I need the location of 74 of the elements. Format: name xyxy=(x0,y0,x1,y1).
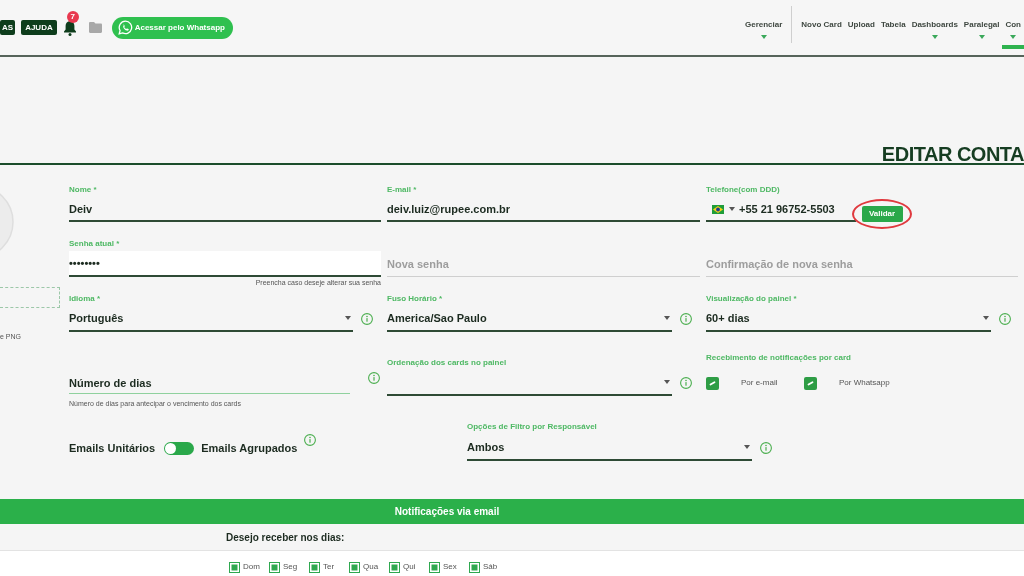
info-icon[interactable] xyxy=(999,313,1011,325)
checkbox-label: Seg xyxy=(283,561,298,573)
toggle-label: Emails Unitários xyxy=(69,440,156,456)
nav-tab[interactable]: Con xyxy=(1002,0,1024,49)
caret-icon xyxy=(345,316,351,320)
checkbox[interactable] xyxy=(229,561,240,573)
header-button[interactable]: AS xyxy=(0,20,16,35)
checkbox-label: Dom xyxy=(243,561,260,573)
header-button[interactable]: AJUDA xyxy=(21,20,57,35)
caret-icon xyxy=(983,316,989,320)
info-icon[interactable] xyxy=(680,377,692,389)
password-input[interactable]: Nova senha xyxy=(387,251,700,277)
checkbox-label: Por e-mail xyxy=(741,377,778,389)
timezone-select[interactable]: America/Sao Paulo xyxy=(387,306,672,332)
caret-icon xyxy=(744,445,750,449)
info-icon[interactable] xyxy=(304,434,317,446)
nav-tab[interactable]: Dashboards xyxy=(908,0,961,49)
checkbox[interactable] xyxy=(389,561,400,573)
caret-icon xyxy=(729,207,735,211)
phone-input[interactable]: +55 21 96752-5503 xyxy=(739,199,856,219)
checkbox[interactable] xyxy=(429,561,440,573)
field-label: Fuso Horário * xyxy=(387,293,444,305)
info-icon[interactable] xyxy=(368,372,380,384)
info-icon[interactable] xyxy=(760,442,772,454)
checkbox-label: Qua xyxy=(363,561,379,573)
checkbox[interactable] xyxy=(349,561,360,573)
checkbox-label: Sáb xyxy=(483,561,498,573)
email-input[interactable]: deiv.luiz@rupee.com.br xyxy=(387,198,700,222)
info-icon[interactable] xyxy=(361,313,373,325)
nav-tab[interactable]: Gerenciar xyxy=(741,0,786,49)
caret-icon xyxy=(664,380,670,384)
field-label: Visualização do painel * xyxy=(706,293,798,305)
nav-tab[interactable]: Tabela xyxy=(877,0,909,49)
password-input[interactable]: •••••••• xyxy=(69,251,381,277)
name-input[interactable]: Deiv xyxy=(69,198,381,222)
field-label: E-mail * xyxy=(387,184,418,196)
field-label: Senha atual * xyxy=(69,238,121,250)
field-label: Telefone(com DDD) xyxy=(706,184,781,196)
checkbox-label: Qui xyxy=(403,561,416,573)
field-label: Recebimento de notificações por card xyxy=(706,352,852,364)
field-label: Nome * xyxy=(69,184,98,196)
section-label: Desejo receber nos dias: xyxy=(226,530,345,545)
toggle-label: Emails Agrupados xyxy=(201,440,298,456)
panel-view-select[interactable]: 60+ dias xyxy=(706,306,991,332)
checkbox[interactable] xyxy=(309,561,320,573)
checkbox[interactable] xyxy=(706,376,719,390)
section-title: Notificações via email xyxy=(394,505,500,519)
checkbox-label: Sex xyxy=(443,561,457,573)
caret-icon xyxy=(664,316,670,320)
country-select[interactable] xyxy=(712,202,735,216)
field-label: Opções de Filtro por Responsável xyxy=(467,421,598,433)
field-label: Ordenação dos cards no painel xyxy=(387,357,508,369)
checkbox[interactable] xyxy=(469,561,480,573)
checkbox-label: Por Whatsapp xyxy=(839,377,890,389)
days-number-input[interactable]: Número de dias xyxy=(69,372,350,394)
language-select[interactable]: Português xyxy=(69,306,353,332)
checkbox[interactable] xyxy=(804,376,817,390)
phone-chat-icon xyxy=(117,20,133,35)
notification-badge: 7 xyxy=(66,10,79,23)
field-label: Idioma * xyxy=(69,293,102,305)
upload-area[interactable] xyxy=(0,287,60,308)
folder-icon[interactable] xyxy=(88,22,102,33)
checkbox[interactable] xyxy=(269,561,280,573)
flag-icon xyxy=(712,204,724,214)
nav-tab[interactable]: Paralegal xyxy=(960,0,1003,49)
password-input[interactable]: Confirmação de nova senha xyxy=(706,251,1018,277)
bell-icon[interactable] xyxy=(62,19,77,36)
nav-tab[interactable]: Novo Card xyxy=(798,0,845,49)
info-icon[interactable] xyxy=(680,313,692,325)
checkbox-label: Ter xyxy=(323,561,335,573)
page-title: EDITAR CONTA xyxy=(881,146,1024,163)
nav-tab[interactable]: Upload xyxy=(844,0,878,49)
responsible-filter-select[interactable]: Ambos xyxy=(467,435,752,461)
toggle-switch[interactable] xyxy=(164,441,195,455)
